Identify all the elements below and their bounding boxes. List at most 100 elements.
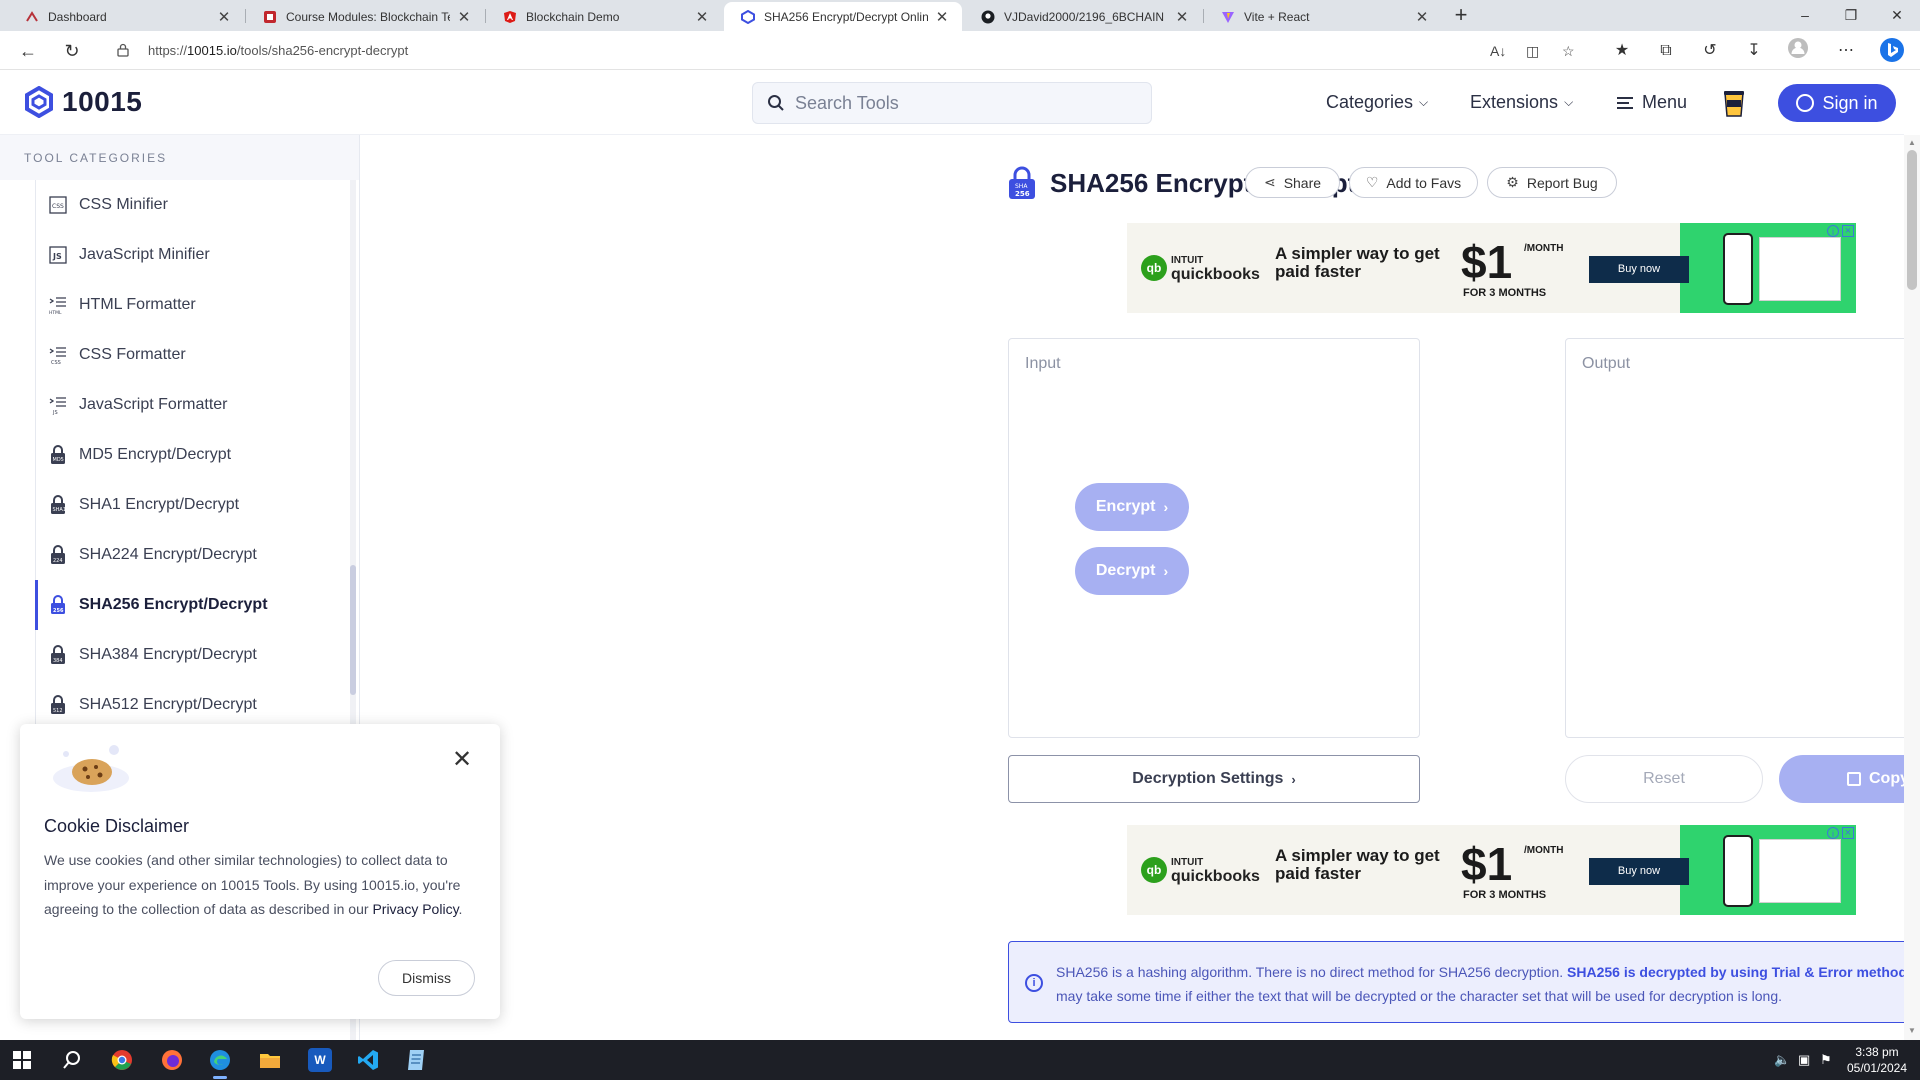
site-logo[interactable]: 10015: [24, 86, 142, 118]
sidebar-scrollbar-thumb[interactable]: [350, 565, 356, 695]
output-textarea[interactable]: [1566, 339, 1920, 737]
ad-info-icon[interactable]: i: [1827, 827, 1839, 839]
collections-icon[interactable]: ⧉: [1652, 37, 1680, 65]
sidebar-item-javascript-minifier[interactable]: JS JavaScript Minifier: [35, 230, 345, 280]
firefox-icon[interactable]: [160, 1048, 184, 1072]
advertisement-banner-top[interactable]: qb INTUIT quickbooks A simpler way to ge…: [1127, 223, 1856, 313]
add-to-favs-button[interactable]: ♡ Add to Favs: [1349, 167, 1478, 198]
sidebar-item-sha512[interactable]: 512 SHA512 Encrypt/Decrypt: [35, 680, 345, 730]
back-arrow-icon[interactable]: ←: [14, 37, 42, 65]
browser-tab-sha256[interactable]: SHA256 Encrypt/Decrypt Online ✕: [724, 2, 962, 31]
immersive-reader-icon[interactable]: ◫: [1526, 43, 1539, 60]
file-explorer-icon[interactable]: [258, 1048, 282, 1072]
lock-icon[interactable]: [116, 43, 130, 57]
new-tab-button[interactable]: +: [1448, 3, 1474, 29]
history-icon[interactable]: ↺: [1696, 37, 1724, 65]
close-icon[interactable]: ✕: [1174, 8, 1190, 26]
sidebar-item-css-formatter[interactable]: CSS CSS Formatter: [35, 330, 345, 380]
sign-in-button[interactable]: Sign in: [1778, 84, 1896, 122]
close-icon[interactable]: ✕: [694, 8, 710, 26]
browser-tab-vite[interactable]: Vite + React ✕: [1204, 2, 1442, 31]
decryption-settings-button[interactable]: Decryption Settings ›: [1008, 755, 1420, 803]
ad-close-icon[interactable]: ×: [1842, 225, 1854, 237]
browser-tab-dashboard[interactable]: Dashboard ✕: [8, 2, 244, 31]
sidebar-item-sha256[interactable]: 256 SHA256 Encrypt/Decrypt: [35, 580, 345, 630]
sidebar-item-sha1[interactable]: SHA1 SHA1 Encrypt/Decrypt: [35, 480, 345, 530]
categories-dropdown[interactable]: Categories ⌵: [1326, 92, 1428, 113]
ad-buy-now-button[interactable]: Buy now: [1589, 256, 1689, 283]
sidebar-item-sha384[interactable]: 384 SHA384 Encrypt/Decrypt: [35, 630, 345, 680]
browser-tab-course-modules[interactable]: Course Modules: Blockchain Tech ✕: [246, 2, 484, 31]
coffee-cup-icon[interactable]: [1723, 88, 1745, 118]
volume-icon[interactable]: 🔈: [1774, 1052, 1790, 1068]
logo-text: 10015: [62, 86, 143, 117]
sidebar-item-md5[interactable]: MD5 MD5 Encrypt/Decrypt: [35, 430, 345, 480]
bing-copilot-icon[interactable]: [1878, 37, 1906, 65]
favorites-icon[interactable]: ★: [1608, 37, 1636, 65]
tab-label: Course Modules: Blockchain Tech: [286, 9, 450, 24]
cookie-disclaimer: ✕ Cookie Disclaimer We use cookies (and …: [20, 724, 500, 1019]
refresh-icon[interactable]: ↻: [58, 37, 86, 65]
profile-avatar-icon[interactable]: [1784, 37, 1812, 65]
sidebar-item-css-minifier[interactable]: CSS CSS Minifier: [35, 180, 345, 230]
sidebar-item-sha224[interactable]: 224 SHA224 Encrypt/Decrypt: [35, 530, 345, 580]
read-aloud-icon[interactable]: A↓: [1490, 43, 1506, 59]
ad-duration: FOR 3 MONTHS: [1463, 287, 1547, 299]
copy-button[interactable]: Copy: [1779, 755, 1920, 803]
decrypt-button[interactable]: Decrypt ›: [1075, 547, 1189, 595]
encrypt-label: Encrypt: [1095, 498, 1156, 515]
svg-text:384: 384: [53, 658, 63, 664]
network-icon[interactable]: ▣: [1798, 1052, 1810, 1068]
close-icon[interactable]: ✕: [456, 8, 472, 26]
privacy-policy-link[interactable]: Privacy Policy: [372, 901, 458, 917]
add-favorite-star-icon[interactable]: ☆: [1562, 43, 1575, 60]
windows-start-icon[interactable]: [10, 1048, 34, 1072]
minimize-icon[interactable]: –: [1782, 0, 1828, 31]
close-icon[interactable]: ✕: [1414, 8, 1430, 26]
share-button[interactable]: ⋖ Share: [1245, 167, 1340, 198]
edge-icon[interactable]: [208, 1048, 232, 1072]
url-text[interactable]: https://10015.io/tools/sha256-encrypt-de…: [148, 43, 408, 58]
ad-close-icon[interactable]: ×: [1842, 827, 1854, 839]
restore-icon[interactable]: ❐: [1828, 0, 1874, 31]
sidebar-item-javascript-formatter[interactable]: JS JavaScript Formatter: [35, 380, 345, 430]
phone-illustration: [1723, 835, 1753, 907]
scroll-up-icon[interactable]: ▲: [1906, 138, 1918, 150]
add-to-favs-label: Add to Favs: [1386, 174, 1462, 191]
extensions-dropdown[interactable]: Extensions ⌵: [1470, 92, 1573, 113]
sha512-lock-icon: 512: [51, 695, 65, 714]
ad-buy-now-button[interactable]: Buy now: [1589, 858, 1689, 885]
ad-brand: quickbooks: [1171, 868, 1260, 885]
sidebar-item-html-formatter[interactable]: HTML HTML Formatter: [35, 280, 345, 330]
word-icon[interactable]: W: [308, 1048, 332, 1072]
tray-icon[interactable]: ⚑: [1820, 1052, 1832, 1068]
encrypt-button[interactable]: Encrypt ›: [1075, 483, 1189, 531]
close-icon[interactable]: ✕: [934, 8, 950, 26]
advertisement-banner-bottom[interactable]: qb INTUIT quickbooks A simpler way to ge…: [1127, 825, 1856, 915]
search-icon[interactable]: [60, 1048, 84, 1072]
scroll-down-icon[interactable]: ▼: [1906, 1026, 1918, 1038]
report-bug-button[interactable]: ⚙ Report Bug: [1487, 167, 1617, 198]
output-panel[interactable]: [1565, 338, 1920, 738]
downloads-icon[interactable]: ↧: [1740, 37, 1768, 65]
page-scrollbar-thumb[interactable]: [1907, 150, 1917, 290]
search-input[interactable]: [795, 83, 1135, 123]
dismiss-button[interactable]: Dismiss: [378, 960, 475, 996]
ad-info-icon[interactable]: i: [1827, 225, 1839, 237]
notepad-icon[interactable]: [404, 1048, 428, 1072]
system-clock[interactable]: 3:38 pm 05/01/2024: [1842, 1044, 1912, 1076]
input-textarea[interactable]: [1009, 339, 1419, 737]
search-box[interactable]: [752, 82, 1152, 124]
chrome-icon[interactable]: [110, 1048, 134, 1072]
more-options-icon[interactable]: ⋯: [1832, 37, 1860, 65]
browser-tab-github[interactable]: VJDavid2000/2196_6BCHAIN ✕: [964, 2, 1202, 31]
address-bar[interactable]: https://10015.io/tools/sha256-encrypt-de…: [106, 35, 1575, 66]
reset-button[interactable]: Reset: [1565, 755, 1763, 803]
vscode-icon[interactable]: [356, 1048, 380, 1072]
close-icon[interactable]: ✕: [450, 748, 474, 772]
browser-tab-blockchain-demo[interactable]: Blockchain Demo ✕: [486, 2, 722, 31]
close-icon[interactable]: ✕: [216, 8, 232, 26]
input-panel[interactable]: [1008, 338, 1420, 738]
menu-button[interactable]: Menu: [1616, 92, 1687, 113]
window-close-icon[interactable]: ✕: [1874, 0, 1920, 31]
